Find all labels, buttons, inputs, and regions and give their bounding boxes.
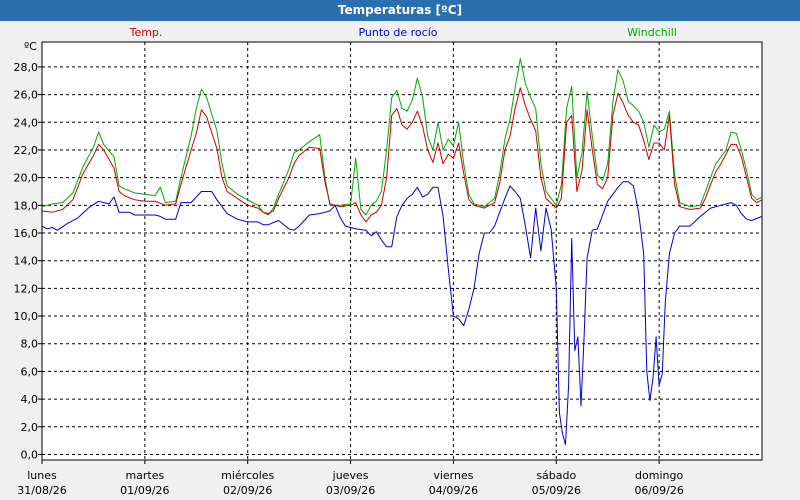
- x-date-label: 03/09/26: [326, 484, 375, 497]
- y-tick-label: 2,0: [21, 421, 39, 434]
- window-title: Temperaturas [ºC]: [0, 0, 800, 21]
- x-date-label: 01/09/26: [120, 484, 169, 497]
- y-tick-label: 8,0: [21, 338, 39, 351]
- y-unit-label: ºC: [24, 40, 37, 53]
- x-date-label: 06/09/26: [634, 484, 683, 497]
- y-tick-label: 20,0: [14, 172, 39, 185]
- x-day-label: jueves: [332, 469, 369, 482]
- legend-windchill: Windchill: [627, 26, 677, 39]
- temperature-chart: ºC Temp. Punto de rocío Windchill 0,0 2,0…: [0, 21, 800, 500]
- y-tick-label: 10,0: [14, 310, 39, 323]
- plot-area: [41, 41, 763, 461]
- x-date-label: 31/08/26: [17, 484, 66, 497]
- y-tick-label: 26,0: [14, 89, 39, 102]
- y-tick-label: 22,0: [14, 144, 39, 157]
- y-tick-label: 16,0: [14, 227, 39, 240]
- y-tick-label: 4,0: [21, 393, 39, 406]
- x-day-label: lunes: [27, 469, 57, 482]
- y-tick-label: 0,0: [21, 448, 39, 461]
- x-date-label: 05/09/26: [532, 484, 581, 497]
- legend-temp: Temp.: [129, 26, 163, 39]
- x-day-label: sábado: [536, 469, 576, 482]
- x-day-label: miércoles: [221, 469, 274, 482]
- y-tick-label: 24,0: [14, 116, 39, 129]
- y-tick-label: 12,0: [14, 282, 39, 295]
- x-day-label: martes: [125, 469, 164, 482]
- x-day-label: viernes: [433, 469, 473, 482]
- y-tick-label: 18,0: [14, 199, 39, 212]
- y-tick-label: 28,0: [14, 61, 39, 74]
- x-date-label: 02/09/26: [223, 484, 272, 497]
- x-day-label: domingo: [635, 469, 683, 482]
- legend-dewpoint: Punto de rocío: [358, 26, 437, 39]
- x-date-label: 04/09/26: [429, 484, 478, 497]
- y-tick-label: 14,0: [14, 255, 39, 268]
- y-tick-label: 6,0: [21, 365, 39, 378]
